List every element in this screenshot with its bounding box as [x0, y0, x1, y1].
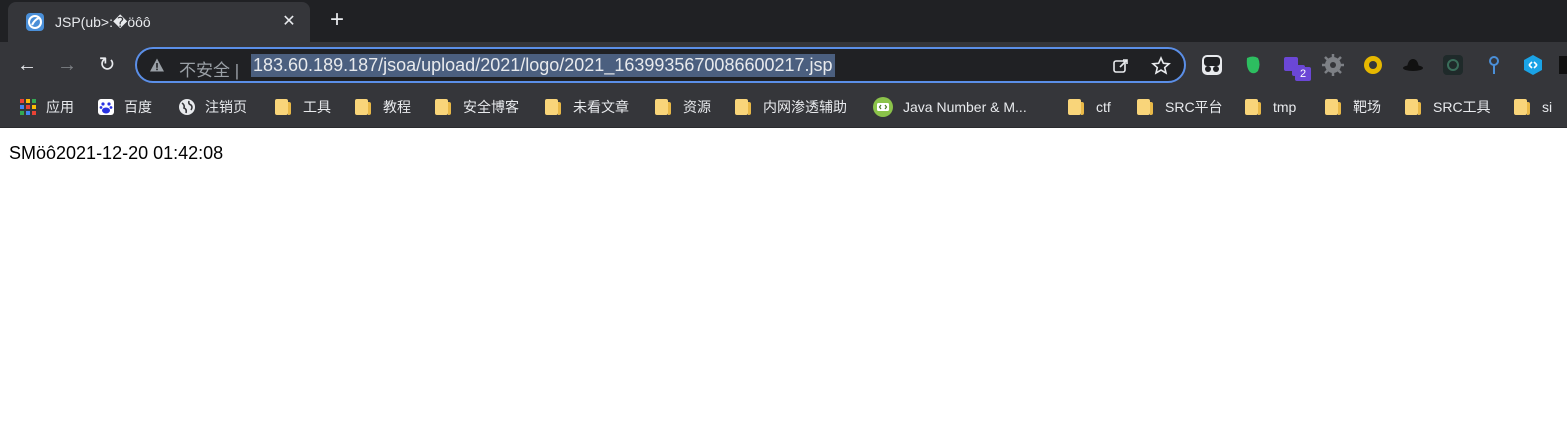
extension-badge: 2 [1295, 67, 1311, 81]
overflow-extension-icon[interactable] [1559, 56, 1567, 74]
tab-title: JSP(ub>:�öôô [55, 14, 151, 30]
url-text[interactable]: 183.60.189.187/jsoa/upload/2021/logo/202… [251, 54, 835, 77]
folder-icon [1137, 99, 1153, 115]
folder-icon [545, 99, 561, 115]
bookmark-java-number[interactable]: Java Number & M... [873, 96, 1027, 118]
tab-close-icon[interactable]: ✕ [278, 11, 300, 33]
address-bar[interactable]: 不安全 | 183.60.189.187/jsoa/upload/2021/lo… [135, 47, 1186, 83]
devtools-extension-icon[interactable] [1522, 54, 1544, 76]
location-pin-extension-icon[interactable] [1483, 54, 1505, 76]
bookmark-folder-range[interactable]: 靶场 [1325, 96, 1381, 118]
page-body-text: SMöô2021-12-20 01:42:08 [9, 143, 224, 163]
bookmark-folder-tools[interactable]: 工具 [275, 96, 331, 118]
bookmark-apps[interactable]: 应用 [20, 96, 74, 118]
camera-extension-icon[interactable] [1442, 54, 1464, 76]
forward-button[interactable]: → [53, 51, 81, 79]
folder-icon [355, 99, 371, 115]
tampermonkey-extension-icon[interactable] [1201, 54, 1223, 76]
bookmark-baidu[interactable]: 百度 [98, 96, 152, 118]
bookmarks-bar: 应用 百度 注销页 工具 教程 安全博客 未看文章 资源 内网渗透辅助 Java… [0, 88, 1567, 128]
bookmark-label: Java Number & M... [903, 99, 1027, 115]
bookmark-logout-page[interactable]: 注销页 [179, 96, 247, 118]
folder-icon [1325, 99, 1341, 115]
hat-extension-icon[interactable] [1402, 54, 1424, 76]
reload-button[interactable]: ↻ [93, 51, 121, 79]
bookmark-star-icon[interactable] [1151, 56, 1171, 76]
bookmark-label: 安全博客 [463, 99, 519, 115]
folder-icon [1245, 99, 1261, 115]
bookmark-folder-unread-articles[interactable]: 未看文章 [545, 96, 629, 118]
bookmark-label: 内网渗透辅助 [763, 99, 847, 115]
bookmark-folder-si[interactable]: si [1514, 96, 1552, 118]
new-tab-button[interactable]: + [324, 8, 350, 34]
folder-icon [655, 99, 671, 115]
back-button[interactable]: ← [13, 51, 41, 79]
site-favicon-icon [26, 13, 44, 31]
bookmark-label: 靶场 [1353, 99, 1381, 115]
apps-grid-icon [20, 99, 36, 115]
bookmark-label: SRC工具 [1433, 99, 1491, 115]
bookmark-folder-security-blogs[interactable]: 安全博客 [435, 96, 519, 118]
bookmark-folder-ctf[interactable]: ctf [1068, 96, 1111, 118]
folder-icon [435, 99, 451, 115]
bookmark-label: tmp [1273, 99, 1297, 115]
bookmark-label: si [1542, 99, 1553, 115]
bookmark-folder-resources[interactable]: 资源 [655, 96, 711, 118]
bookmark-folder-src-platform[interactable]: SRC平台 [1137, 96, 1223, 118]
browser-toolbar: ← → ↻ 不安全 | 183.60.189.187/jsoa/upload/2… [0, 42, 1567, 88]
folder-icon [275, 99, 291, 115]
folder-icon [1514, 99, 1530, 115]
folder-icon [735, 99, 751, 115]
baidu-icon [98, 99, 114, 115]
globe-icon [179, 99, 195, 115]
ring-extension-icon[interactable] [1362, 54, 1384, 76]
bookmark-label: 未看文章 [573, 99, 629, 115]
bookmark-label: 资源 [683, 99, 711, 115]
bookmark-label: SRC平台 [1165, 99, 1223, 115]
bookmark-label: 工具 [303, 99, 331, 115]
bookmark-label: 注销页 [205, 99, 247, 115]
evernote-extension-icon[interactable] [1242, 54, 1264, 76]
share-icon[interactable] [1111, 56, 1131, 76]
bookmark-label: ctf [1096, 99, 1111, 115]
bookmark-label: 百度 [124, 99, 152, 115]
bookmark-folder-tutorials[interactable]: 教程 [355, 96, 411, 118]
gear-extension-icon[interactable] [1322, 54, 1344, 76]
security-status-label[interactable]: 不安全 | [179, 56, 239, 81]
bookmark-folder-src-tools[interactable]: SRC工具 [1405, 96, 1491, 118]
warning-icon[interactable] [149, 57, 165, 73]
bookmark-folder-tmp[interactable]: tmp [1245, 96, 1296, 118]
active-tab[interactable]: JSP(ub>:�öôô ✕ [8, 2, 310, 42]
bookmark-label: 应用 [46, 99, 74, 115]
bookmark-label: 教程 [383, 99, 411, 115]
page-content: SMöô2021-12-20 01:42:08 [0, 129, 1567, 423]
bookmark-folder-intranet-pentest[interactable]: 内网渗透辅助 [735, 96, 847, 118]
folder-icon [1405, 99, 1421, 115]
tab-strip: JSP(ub>:�öôô ✕ + [0, 0, 1567, 42]
folder-icon [1068, 99, 1084, 115]
code-badge-icon [873, 97, 893, 117]
